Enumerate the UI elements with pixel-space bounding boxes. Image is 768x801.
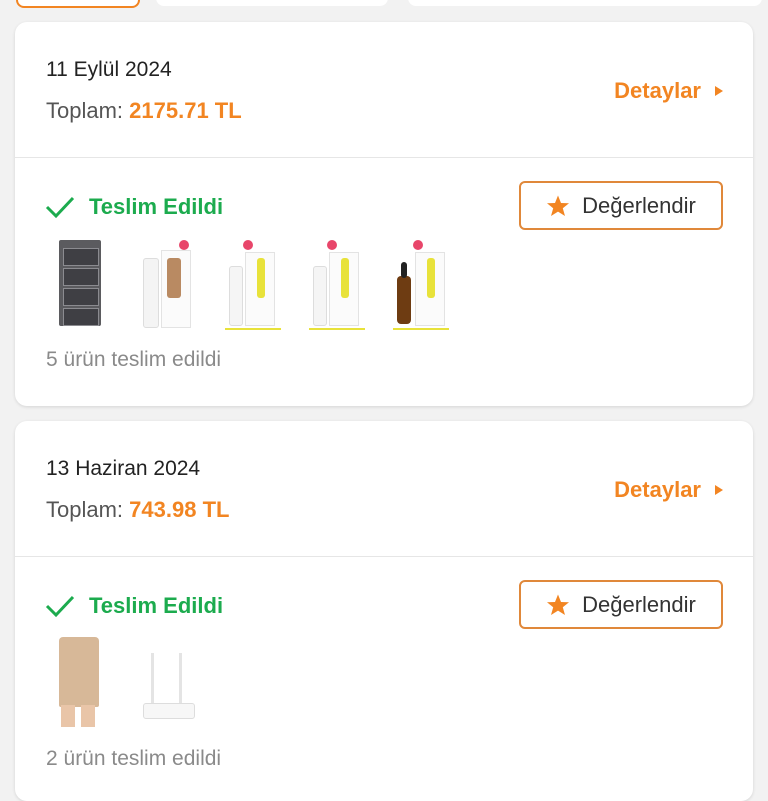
order-date: 13 Haziran 2024 [46,457,201,480]
rate-label: Değerlendir [582,192,696,218]
chevron-right-icon [715,86,723,96]
star-icon [547,195,570,216]
order-total: Toplam: 743.98 TL [46,497,229,523]
order-total: Toplam: 2175.71 TL [46,98,242,124]
filter-tab-active[interactable] [16,0,140,8]
product-thumbnail-spray-bottle[interactable] [221,238,283,330]
check-icon [45,196,75,219]
product-thumbnail-shapewear-skirt[interactable] [49,637,111,729]
chevron-right-icon [715,485,723,495]
filter-tab[interactable] [408,0,762,6]
total-label: Toplam: [46,497,124,522]
delivery-status: Teslim Edildi [45,194,223,220]
product-thumbnail-spray-bottle[interactable] [305,238,367,330]
product-thumbnail-storage-shelf[interactable] [53,238,115,330]
rate-label: Değerlendir [582,591,696,617]
rate-button[interactable]: Değerlendir [519,580,723,629]
check-icon [45,595,75,618]
rate-button[interactable]: Değerlendir [519,181,723,230]
total-amount: 2175.71 TL [129,98,242,123]
delivered-count: 2 ürün teslim edildi [46,747,222,770]
order-header: 13 Haziran 2024 Toplam: 743.98 TL Detayl… [15,421,753,557]
status-label: Teslim Edildi [89,194,224,219]
product-thumbnails [49,637,203,729]
filter-tab[interactable] [156,0,388,6]
order-header: 11 Eylül 2024 Toplam: 2175.71 TL Detayla… [15,22,753,158]
filter-tabs [0,0,768,8]
delivered-count: 5 ürün teslim edildi [46,348,222,371]
product-thumbnail-wifi-router[interactable] [133,637,203,729]
star-icon [547,594,570,615]
order-card: 11 Eylül 2024 Toplam: 2175.71 TL Detayla… [15,22,753,406]
details-link[interactable]: Detaylar [614,78,723,104]
delivery-status: Teslim Edildi [45,593,223,619]
details-label: Detaylar [614,477,701,502]
product-thumbnail-pump-bottle[interactable] [137,238,199,330]
order-body: Teslim Edildi Değerlendir 5 ürün teslim … [15,158,753,406]
order-body: Teslim Edildi Değerlendir 2 ürün teslim … [15,557,753,801]
product-thumbnail-dropper-serum[interactable] [389,238,451,330]
total-amount: 743.98 TL [129,497,230,522]
details-link[interactable]: Detaylar [614,477,723,503]
status-label: Teslim Edildi [89,593,224,618]
order-date: 11 Eylül 2024 [46,58,172,81]
product-thumbnails [53,238,451,330]
order-card: 13 Haziran 2024 Toplam: 743.98 TL Detayl… [15,421,753,801]
details-label: Detaylar [614,78,701,103]
total-label: Toplam: [46,98,124,123]
